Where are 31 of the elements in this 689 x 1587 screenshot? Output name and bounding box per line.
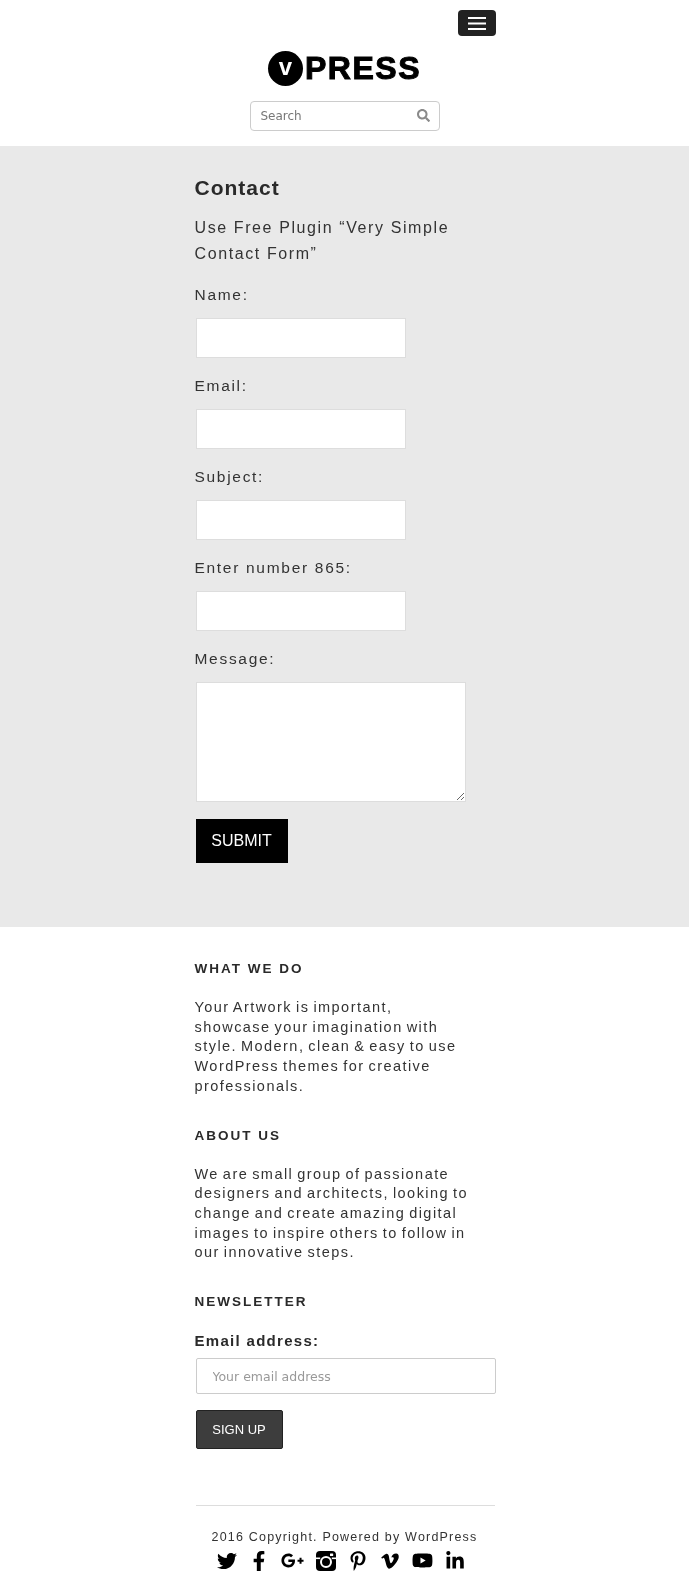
email-label: Email address: [194, 1331, 320, 1352]
search-icon[interactable] [416, 109, 430, 122]
intro-text: Use Free Plugin “Very Simple Contact Form” [194, 218, 451, 264]
field-label: Name: [194, 285, 249, 305]
menu-icon [467, 16, 486, 30]
widget-text: We are small group of passionate designers and architects, looking to change and create amazing digital images to inspire others to follow in our innovative steps. [194, 1164, 469, 1263]
search-field[interactable]: Search [249, 101, 440, 131]
menu-button[interactable] [457, 10, 496, 36]
sign-up-button[interactable]: SIGN UP [195, 1410, 283, 1450]
input-field[interactable] [195, 591, 406, 631]
instagram-icon[interactable] [315, 1550, 336, 1571]
field-label: Enter number 865: [194, 558, 352, 578]
field-label: Email: [194, 376, 248, 396]
logo-text: PRESS [305, 51, 421, 86]
widget-text: Your Artwork is important, showcase your imagination with style. Modern, clean & easy to use WordPress themes for creative professionals. [194, 998, 458, 1096]
widget-heading: WHAT WE DO [194, 960, 305, 978]
input-field[interactable] [195, 409, 406, 449]
widget-heading: ABOUT US [194, 1126, 282, 1145]
message-field[interactable] [195, 682, 466, 802]
copyright-text: 2016 Copyright. Powered by WordPress [210, 1529, 479, 1546]
submit-button[interactable]: SUBMIT [195, 819, 288, 863]
field-label: Subject: [194, 467, 265, 487]
input-field[interactable] [195, 500, 406, 540]
twitter-icon[interactable] [216, 1550, 237, 1571]
linkedin-icon[interactable] [444, 1550, 465, 1571]
input-field[interactable] [195, 318, 406, 358]
logo-badge: v [268, 51, 303, 86]
page-title: Contact [194, 176, 281, 200]
field-label: Message: [194, 649, 276, 669]
widget-heading: NEWSLETTER [194, 1293, 309, 1312]
email-input[interactable]: Your email address [195, 1358, 496, 1395]
